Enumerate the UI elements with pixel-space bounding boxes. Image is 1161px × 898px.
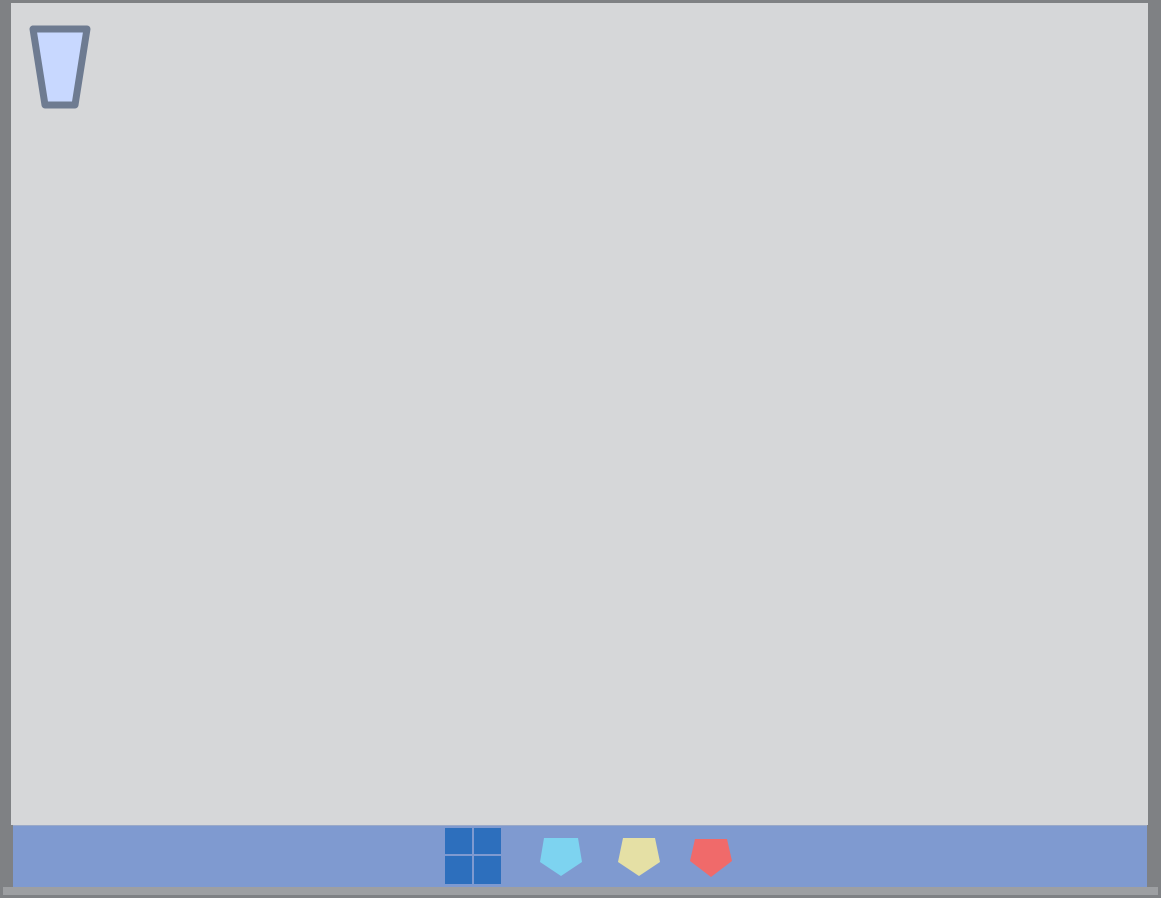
pentagon-app-icon: [690, 839, 732, 877]
windows-start-icon: [445, 828, 501, 884]
taskbar: [13, 825, 1147, 887]
recycle-bin-icon[interactable]: [29, 25, 93, 109]
taskbar-app-1[interactable]: [540, 836, 582, 878]
desktop: [11, 3, 1148, 825]
pentagon-app-icon: [618, 838, 660, 876]
screen: [0, 0, 1161, 898]
taskbar-app-2[interactable]: [618, 836, 660, 878]
screen-bottom-edge: [3, 887, 1158, 895]
pentagon-app-icon: [540, 838, 582, 876]
taskbar-app-3[interactable]: [690, 837, 732, 879]
start-button[interactable]: [445, 828, 501, 884]
